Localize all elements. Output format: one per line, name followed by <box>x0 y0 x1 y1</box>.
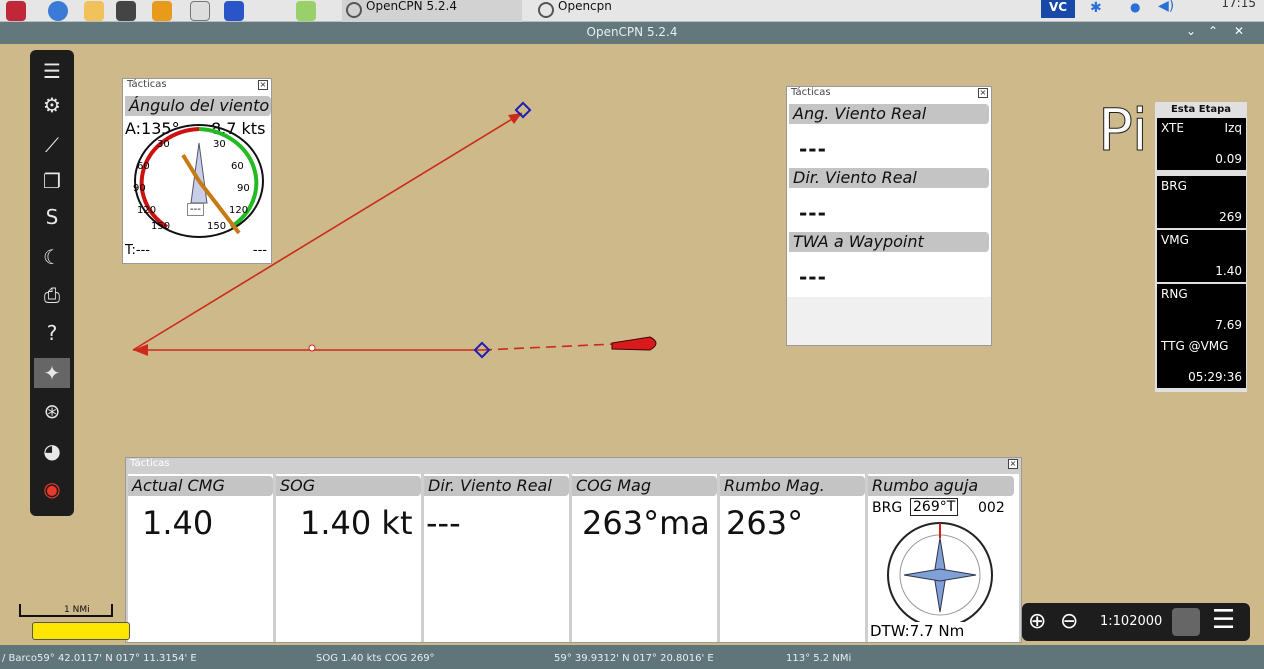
ttg-label: TTG @VMG <box>1161 339 1229 353</box>
ownship-icon <box>611 336 657 351</box>
mob-icon[interactable]: ✦ <box>34 358 70 388</box>
ais-icon[interactable]: ⊛ <box>34 396 70 426</box>
dial-label: 90 <box>237 183 250 194</box>
main-toolbar: ☰ ⚙ ⟋ ❐ S ☾ ⎙ ? ✦ ⊛ ◕ ◉ <box>30 50 74 516</box>
cmg-instrument: Actual CMG 1.40 <box>128 474 273 642</box>
true-wind-dir-value: --- <box>799 201 827 225</box>
vmg-value: 1.40 <box>1215 264 1242 278</box>
true-wind-angle-header: Ang. Viento Real <box>789 104 989 124</box>
wind-angle-panel[interactable]: Tácticas × Ángulo del viento A:135° 8.7 … <box>122 78 272 264</box>
sog-header: SOG <box>276 476 421 496</box>
heading-mag-value: 263° <box>726 504 804 542</box>
compass-header: Rumbo aguja <box>868 476 1014 496</box>
dial-label: 90 <box>133 183 146 194</box>
course-line <box>481 343 616 351</box>
dial-label: 120 <box>229 205 249 216</box>
compass-dtw: DTW:7.7 Nm <box>870 622 965 640</box>
compass-rose <box>887 522 993 628</box>
route-point <box>308 344 316 352</box>
ttg-value: 05:29:36 <box>1188 370 1242 384</box>
heading-mag-instrument: Rumbo Mag. 263° <box>720 474 865 642</box>
cog-mag-value: 263°ma <box>582 504 710 542</box>
sog-instrument: SOG 1.40 kt <box>276 474 421 642</box>
true-wind-dir-header: Dir. Viento Real <box>789 168 989 188</box>
leg-info-panel[interactable]: Esta Etapa XTE Izq 0.09 BRG 269 VMG 1.40… <box>1155 102 1247 392</box>
true-wind-dir-instrument: Dir. Viento Real --- <box>424 474 569 642</box>
dial-label: 60 <box>231 161 244 172</box>
leg-panel-title: Esta Etapa <box>1170 104 1232 115</box>
settings-icon[interactable]: ⚙ <box>34 90 70 120</box>
sog-value: 1.40 kt <box>300 504 413 542</box>
vmg-label: VMG <box>1161 233 1189 247</box>
true-wind-value: T:--- <box>125 243 150 258</box>
rng-label: RNG <box>1161 287 1188 301</box>
panel-title: Tácticas <box>130 458 170 469</box>
zoom-out-icon[interactable]: ⊖ <box>1060 609 1078 634</box>
bearing-distance: 113° 5.2 NMi <box>786 653 852 664</box>
cursor-position: 59° 39.9312' N 017° 20.8016' E <box>554 653 714 664</box>
chart-label: Pi <box>1098 96 1149 165</box>
menu-icon[interactable]: ☰ <box>34 56 70 86</box>
dial-label: 150 <box>207 221 227 232</box>
dashboard-panel[interactable]: Tácticas × Actual CMG 1.40 SOG 1.40 kt D… <box>125 457 1022 643</box>
twa-waypoint-header: TWA a Waypoint <box>789 232 989 252</box>
dial-label: 150 <box>151 221 171 232</box>
status-bar: / Barco59° 42.0117' N 017° 11.3154' E SO… <box>0 645 1264 669</box>
route-icon[interactable]: ⟋ <box>34 130 70 160</box>
wind-dir-value: --- <box>426 504 461 542</box>
dial-label: 30 <box>157 139 170 150</box>
lifebuoy-icon[interactable]: ◉ <box>34 474 70 504</box>
true-wind-angle-value: --- <box>799 137 827 161</box>
compass-brg-right: 002 <box>978 500 1005 516</box>
panel-title: Tácticas <box>127 79 167 90</box>
heading-mag-header: Rumbo Mag. <box>720 476 865 496</box>
status-indicator-bar <box>32 622 130 640</box>
cmg-header: Actual CMG <box>128 476 273 496</box>
track-icon[interactable]: S <box>34 202 70 232</box>
true-wind-right: --- <box>252 243 267 258</box>
tide-icon[interactable]: ☾ <box>34 242 70 272</box>
dial-label: 60 <box>137 161 150 172</box>
help-icon[interactable]: ? <box>34 318 70 348</box>
xte-box: XTE Izq 0.09 <box>1157 118 1246 170</box>
zoom-in-icon[interactable]: ⊕ <box>1028 609 1046 634</box>
close-icon[interactable]: × <box>978 88 988 98</box>
true-wind-panel[interactable]: Tácticas × Ang. Viento Real --- Dir. Vie… <box>786 86 992 346</box>
print-icon[interactable]: ⎙ <box>34 280 70 310</box>
brg-box: BRG 269 <box>1157 176 1246 228</box>
close-icon[interactable]: × <box>258 80 268 90</box>
close-icon[interactable]: × <box>1008 459 1018 469</box>
rng-box: RNG 7.69 <box>1157 284 1246 336</box>
layers-icon[interactable]: ❐ <box>34 166 70 196</box>
cog-mag-header: COG Mag <box>572 476 717 496</box>
chart-bar-icon[interactable] <box>1172 608 1200 636</box>
xte-side: Izq <box>1224 121 1242 135</box>
dashboard-icon[interactable]: ◕ <box>34 436 70 466</box>
brg-label: BRG <box>1161 179 1187 193</box>
compass-instrument: Rumbo aguja BRG 269°T 002 DTW:7.7 Nm <box>868 474 1019 642</box>
dial-center-value: --- <box>187 203 204 216</box>
chart-scale: 1:102000 <box>1100 614 1163 629</box>
compass-brg-value: 269°T <box>910 498 959 516</box>
cog-mag-instrument: COG Mag 263°ma <box>572 474 717 642</box>
dial-label: 120 <box>137 205 157 216</box>
wind-angle-header: Ángulo del viento <box>125 96 271 116</box>
twa-waypoint-value: --- <box>799 265 827 289</box>
vmg-box: VMG 1.40 <box>1157 230 1246 282</box>
scale-label: 1 NMi <box>64 605 90 615</box>
hamburger-icon[interactable]: ☰ <box>1212 605 1235 635</box>
wind-dir-header: Dir. Viento Real <box>424 476 569 496</box>
rng-value: 7.69 <box>1215 318 1242 332</box>
ttg-box: TTG @VMG 05:29:36 <box>1157 336 1246 388</box>
zoom-control-bar: ⊕ ⊖ 1:102000 ☰ <box>1022 603 1250 641</box>
panel-title: Tácticas <box>791 87 831 98</box>
compass-brg-label: BRG <box>872 500 903 516</box>
sog-cog-status: SOG 1.40 kts COG 269° <box>316 653 435 664</box>
brg-value: 269 <box>1219 210 1242 224</box>
xte-label: XTE <box>1161 121 1184 135</box>
dial-label: 30 <box>213 139 226 150</box>
xte-value: 0.09 <box>1215 152 1242 166</box>
ownship-position: / Barco59° 42.0117' N 017° 11.3154' E <box>2 653 197 664</box>
cmg-value: 1.40 <box>142 504 214 542</box>
